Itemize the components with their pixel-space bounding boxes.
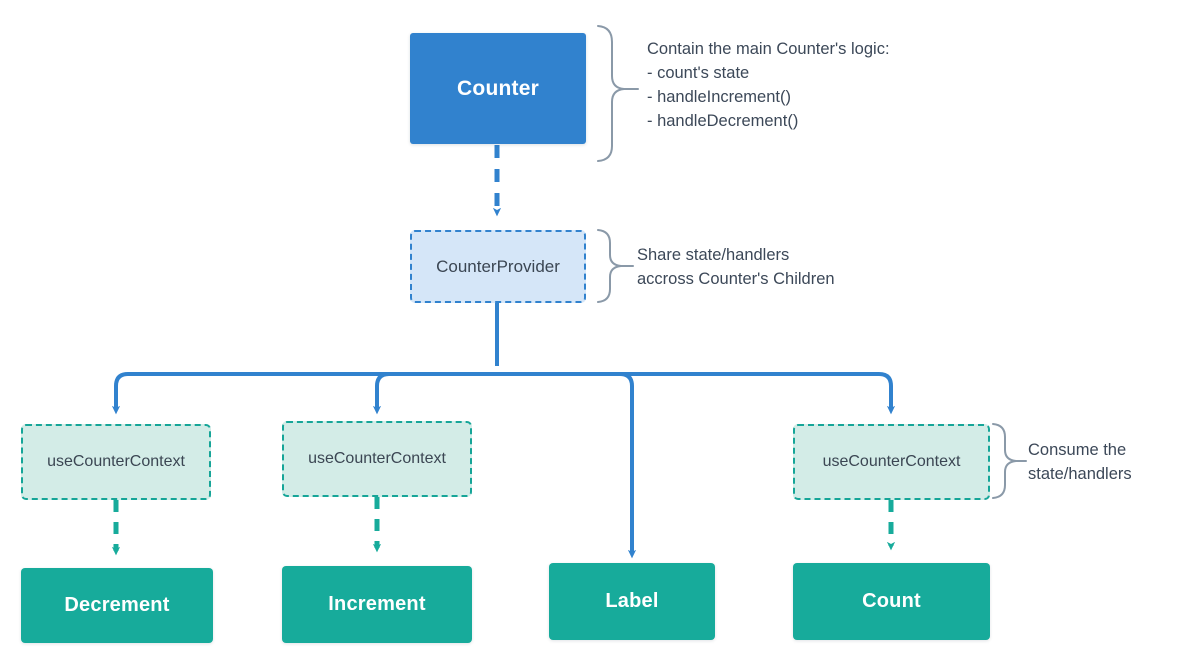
node-counter-provider-label: CounterProvider	[436, 256, 560, 276]
node-increment[interactable]: Increment	[282, 566, 472, 643]
node-decrement[interactable]: Decrement	[21, 568, 213, 643]
annotation-provider-share: Share state/handlers accross Counter's C…	[637, 246, 835, 288]
edge-bus-to-hook-3	[497, 372, 896, 415]
node-hook-increment[interactable]: useCounterContext	[282, 421, 472, 497]
node-increment-label: Increment	[328, 593, 426, 615]
annotation-hook-consume: Consume the state/handlers	[1028, 441, 1132, 483]
edge-bus-to-hook-2	[372, 372, 497, 415]
edge-bus-to-hook-1	[111, 372, 497, 415]
node-label[interactable]: Label	[549, 563, 715, 640]
node-hook-decrement-label: useCounterContext	[47, 453, 185, 470]
node-counter-label: Counter	[457, 76, 539, 100]
brace-provider-note	[597, 229, 622, 303]
annotation-counter-logic: Contain the main Counter's logic: - coun…	[647, 40, 890, 130]
node-label-label: Label	[605, 590, 659, 612]
node-hook-increment-label: useCounterContext	[308, 450, 446, 467]
node-counter[interactable]: Counter	[410, 33, 586, 144]
node-hook-decrement[interactable]: useCounterContext	[21, 424, 211, 500]
edge-bus-to-label	[497, 372, 637, 559]
node-count-label: Count	[862, 590, 921, 612]
node-count[interactable]: Count	[793, 563, 990, 640]
node-hook-count[interactable]: useCounterContext	[793, 424, 990, 500]
brace-hook-note	[992, 423, 1017, 499]
node-decrement-label: Decrement	[64, 594, 170, 616]
node-hook-count-label: useCounterContext	[822, 453, 961, 470]
brace-root-note	[597, 25, 625, 162]
component-tree-diagram: Counter CounterProvider useCounterContex…	[0, 0, 1200, 667]
node-counter-provider[interactable]: CounterProvider	[410, 230, 586, 303]
